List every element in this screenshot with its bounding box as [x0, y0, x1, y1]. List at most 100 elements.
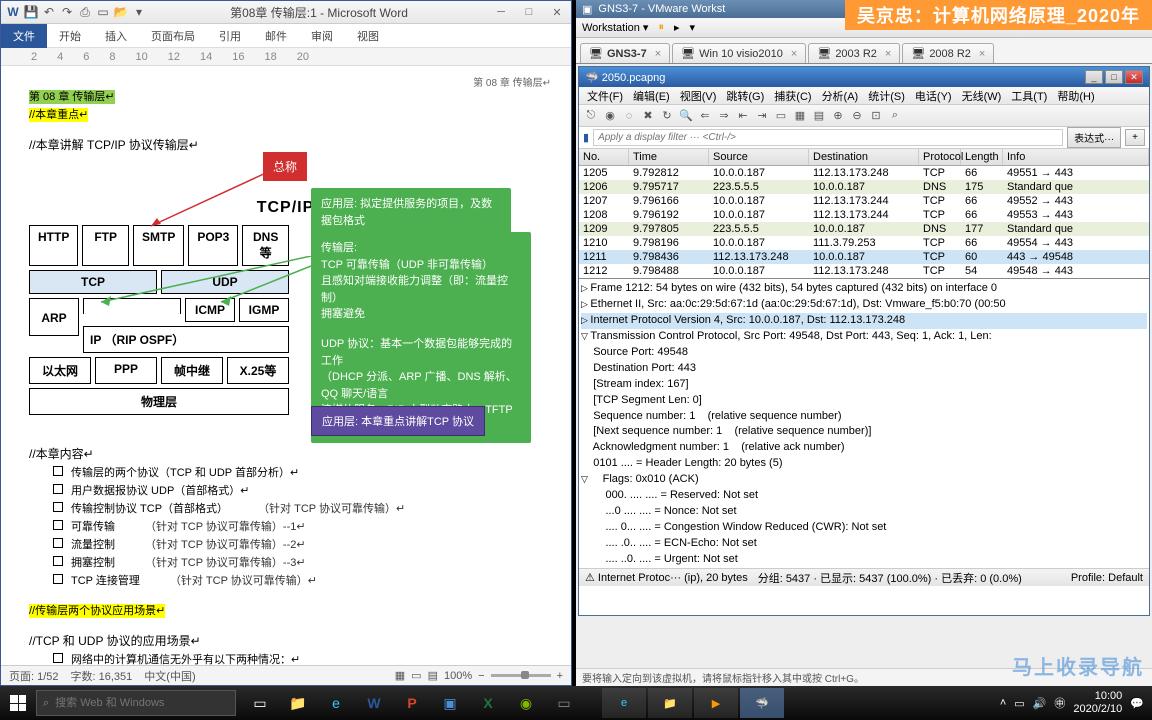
tab-mailings[interactable]: 邮件: [253, 24, 299, 48]
system-tray[interactable]: ˄ ▭ 🔊 ㊥ 10:00 2020/2/10 💬: [1000, 690, 1152, 716]
status-profile[interactable]: Profile: Default: [1071, 572, 1143, 584]
close-tab-icon[interactable]: ×: [885, 48, 891, 60]
document-body[interactable]: 第 08 章 传输层↵ 第 08 章 传输层↵ //本章重点↵ //本章讲解 T…: [1, 66, 571, 666]
edge-icon[interactable]: e: [318, 686, 354, 720]
red-badge[interactable]: 总称: [263, 152, 307, 181]
detail-line[interactable]: Destination Port: 443: [581, 361, 1147, 377]
menu-capture[interactable]: 捕获(C): [770, 87, 815, 105]
play-icon[interactable]: ▸: [674, 21, 680, 34]
detail-line[interactable]: 0101 .... = Header Length: 20 bytes (5): [581, 456, 1147, 472]
menu-file[interactable]: 文件(F): [583, 87, 627, 105]
detail-line[interactable]: ...0 .... .... = Nonce: Not set: [581, 504, 1147, 520]
running-explorer-icon[interactable]: 📁: [648, 688, 692, 718]
view-web-icon[interactable]: ▤: [428, 669, 438, 682]
col-source[interactable]: Source: [709, 149, 809, 165]
tab-file[interactable]: 文件: [1, 24, 47, 48]
menu-telephony[interactable]: 电话(Y): [911, 87, 956, 105]
detail-line[interactable]: Flags: 0x010 (ACK): [581, 472, 1147, 488]
packet-row[interactable]: 12119.798436112.13.173.24810.0.0.187TCP6…: [579, 250, 1149, 264]
save-icon[interactable]: 💾: [23, 4, 39, 20]
ime-icon[interactable]: ㊥: [1054, 695, 1065, 711]
status-page[interactable]: 页面: 1/52: [9, 668, 59, 684]
tab-layout[interactable]: 页面布局: [139, 24, 207, 48]
col-time[interactable]: Time: [629, 149, 709, 165]
toolbar-icon-11[interactable]: ▦: [792, 108, 808, 124]
toolbar-icon-14[interactable]: ⊖: [849, 108, 865, 124]
col-info[interactable]: Info: [1003, 149, 1149, 165]
packet-list[interactable]: 12059.79281210.0.0.187112.13.173.248TCP6…: [579, 166, 1149, 278]
word-titlebar[interactable]: W 💾 ↶ ↷ ⎙ ▭ 📂 ▾ 第08章 传输层:1 - Microsoft W…: [1, 1, 571, 24]
vm-tab-win10[interactable]: 🖥Win 10 visio2010×: [672, 43, 806, 63]
status-lang[interactable]: 中文(中国): [144, 668, 195, 684]
search-box[interactable]: ⌕: [36, 690, 236, 716]
packet-row[interactable]: 12099.797805223.5.5.510.0.0.187DNS177Sta…: [579, 222, 1149, 236]
menu-analyze[interactable]: 分析(A): [818, 87, 863, 105]
view-read-icon[interactable]: ▭: [411, 669, 421, 682]
powerpoint-icon[interactable]: P: [394, 686, 430, 720]
packet-row[interactable]: 12129.79848810.0.0.187112.13.173.248TCP5…: [579, 264, 1149, 278]
detail-line[interactable]: [TCP Segment Len: 0]: [581, 393, 1147, 409]
col-length[interactable]: Length: [961, 149, 1003, 165]
packet-row[interactable]: 12069.795717223.5.5.510.0.0.187DNS175Sta…: [579, 180, 1149, 194]
running-media-icon[interactable]: ▶: [694, 688, 738, 718]
tray-up-icon[interactable]: ˄: [1000, 697, 1006, 709]
close-tab-icon[interactable]: ×: [979, 48, 985, 60]
view-print-icon[interactable]: ▦: [395, 669, 405, 682]
packet-list-header[interactable]: No. Time Source Destination Protocol Len…: [579, 149, 1149, 166]
toolbar-icon-10[interactable]: ▭: [773, 108, 789, 124]
workstation-menu[interactable]: Workstation ▾: [582, 21, 648, 34]
wireshark-titlebar[interactable]: 🦈 2050.pcapng _ □ ✕: [579, 67, 1149, 87]
clock[interactable]: 10:00 2020/2/10: [1073, 690, 1122, 716]
toolbar-icon-15[interactable]: ⊡: [868, 108, 884, 124]
filter-input[interactable]: [593, 129, 1063, 146]
add-filter-button[interactable]: +: [1125, 129, 1145, 146]
vmware-icon[interactable]: ▣: [432, 686, 468, 720]
excel-icon[interactable]: X: [470, 686, 506, 720]
tab-home[interactable]: 开始: [47, 24, 93, 48]
detail-line[interactable]: Acknowledgment number: 1 (relative ack n…: [581, 440, 1147, 456]
running-ie-icon[interactable]: e: [602, 688, 646, 718]
close-icon[interactable]: ✕: [547, 4, 567, 20]
detail-line[interactable]: Internet Protocol Version 4, Src: 10.0.0…: [581, 313, 1147, 329]
menu-help[interactable]: 帮助(H): [1053, 87, 1098, 105]
menu-statistics[interactable]: 统计(S): [864, 87, 909, 105]
toolbar-icon-5[interactable]: 🔍: [678, 108, 694, 124]
toolbar-icon-1[interactable]: ◉: [602, 108, 618, 124]
camtasia-icon[interactable]: ◉: [508, 686, 544, 720]
undo-icon[interactable]: ↶: [41, 4, 57, 20]
status-words[interactable]: 字数: 16,351: [71, 668, 133, 684]
zoom-out-icon[interactable]: −: [478, 670, 484, 682]
new-icon[interactable]: ▭: [95, 4, 111, 20]
detail-line[interactable]: Source Port: 49548: [581, 345, 1147, 361]
running-wireshark-icon[interactable]: 🦈: [740, 688, 784, 718]
toolbar-icon-0[interactable]: ⎋: [583, 108, 599, 124]
network-icon[interactable]: ▭: [1014, 697, 1024, 710]
col-protocol[interactable]: Protocol: [919, 149, 961, 165]
more-icon[interactable]: ▾: [131, 4, 147, 20]
detail-line[interactable]: [Next sequence number: 1 (relative seque…: [581, 424, 1147, 440]
toolbar-icon-8[interactable]: ⇤: [735, 108, 751, 124]
col-no[interactable]: No.: [579, 149, 629, 165]
vm-tab-2003[interactable]: 🖥2003 R2×: [808, 43, 900, 63]
vm-tab-gns3[interactable]: 🖥GNS3-7×: [580, 43, 670, 63]
toolbar-icon-9[interactable]: ⇥: [754, 108, 770, 124]
tab-references[interactable]: 引用: [207, 24, 253, 48]
toolbar-icon-12[interactable]: ▤: [811, 108, 827, 124]
tab-insert[interactable]: 插入: [93, 24, 139, 48]
menu-edit[interactable]: 编辑(E): [629, 87, 674, 105]
status-zoom[interactable]: 100%: [444, 670, 472, 682]
word-icon[interactable]: W: [356, 686, 392, 720]
menu-wireless[interactable]: 无线(W): [958, 87, 1006, 105]
search-input[interactable]: [55, 697, 229, 709]
detail-line[interactable]: 000. .... .... = Reserved: Not set: [581, 488, 1147, 504]
minimize-icon[interactable]: ─: [491, 4, 511, 20]
minimize-icon[interactable]: _: [1085, 70, 1103, 84]
notifications-icon[interactable]: 💬: [1130, 697, 1144, 710]
start-button[interactable]: [0, 686, 36, 720]
redo-icon[interactable]: ↷: [59, 4, 75, 20]
maximize-icon[interactable]: □: [1105, 70, 1123, 84]
taskview-icon[interactable]: ▭: [242, 686, 278, 720]
menu-go[interactable]: 跳转(G): [722, 87, 768, 105]
stop-icon[interactable]: ▾: [689, 21, 695, 34]
toolbar-icon-2[interactable]: ◌: [621, 108, 637, 124]
